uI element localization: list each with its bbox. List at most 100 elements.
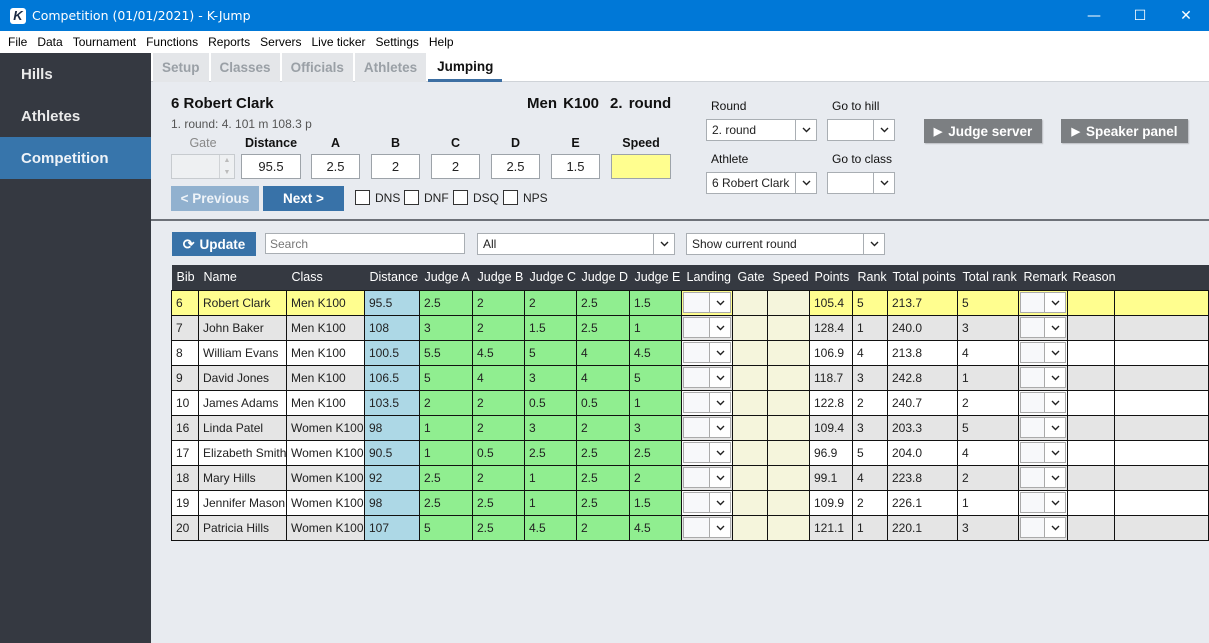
landing-dropdown-select[interactable] — [683, 292, 731, 313]
gate-cell[interactable] — [732, 289, 768, 316]
column-header-class[interactable]: Class — [286, 265, 365, 290]
judge-e-cell[interactable]: 5 — [629, 364, 682, 391]
points-cell[interactable]: 96.9 — [809, 439, 853, 466]
points-cell[interactable]: 105.4 — [809, 289, 853, 316]
checkbox-box[interactable] — [453, 190, 468, 205]
judge-d-cell[interactable]: 2.5 — [576, 289, 630, 316]
judge-c-cell[interactable]: 3 — [524, 414, 577, 441]
landing-dropdown-select[interactable] — [683, 342, 731, 363]
judge-c-cell[interactable]: 5 — [524, 339, 577, 366]
total-rank-cell[interactable]: 2 — [957, 389, 1019, 416]
judge-d-cell[interactable]: 2 — [576, 514, 630, 541]
distance-cell[interactable]: 98 — [364, 414, 420, 441]
speed-cell[interactable] — [767, 414, 810, 441]
menu-servers[interactable]: Servers — [255, 35, 306, 49]
column-header-judge-a[interactable]: Judge A — [419, 265, 473, 290]
remark-dropdown-select[interactable] — [1020, 492, 1066, 513]
points-cell[interactable]: 99.1 — [809, 464, 853, 491]
landing-dropdown[interactable] — [681, 389, 733, 416]
class-cell[interactable]: Men K100 — [286, 314, 365, 341]
table-row[interactable]: 16 Linda Patel Women K100 98 1 2 3 2 3 109.4 3 203.… — [171, 414, 1209, 441]
remark-dropdown-select[interactable] — [1020, 392, 1066, 413]
menu-settings[interactable]: Settings — [371, 35, 424, 49]
previous-button[interactable]: < Previous — [171, 186, 259, 211]
rank-cell[interactable]: 5 — [852, 289, 888, 316]
class-cell[interactable]: Men K100 — [286, 364, 365, 391]
remark-dropdown[interactable] — [1018, 339, 1068, 366]
go-to-hill-select[interactable] — [827, 119, 895, 141]
distance-cell[interactable]: 95.5 — [364, 289, 420, 316]
judge-b-cell[interactable]: 2.5 — [472, 514, 525, 541]
class-cell[interactable]: Women K100 — [286, 414, 365, 441]
judge-a-cell[interactable]: 1 — [419, 414, 473, 441]
remark-dropdown[interactable] — [1018, 439, 1068, 466]
landing-dropdown[interactable] — [681, 489, 733, 516]
points-cell[interactable]: 109.9 — [809, 489, 853, 516]
judge-server-button[interactable]: ▶ Judge server — [924, 119, 1042, 143]
judge-c-cell[interactable]: 3 — [524, 364, 577, 391]
rank-cell[interactable]: 4 — [852, 464, 888, 491]
distance-cell[interactable]: 107 — [364, 514, 420, 541]
tab-classes[interactable]: Classes — [210, 53, 280, 82]
name-cell[interactable]: John Baker — [198, 314, 287, 341]
gate-cell[interactable] — [732, 489, 768, 516]
speed-cell[interactable] — [767, 314, 810, 341]
judge-a-cell[interactable]: 5 — [419, 364, 473, 391]
spin-down-icon[interactable]: ▼ — [220, 167, 234, 179]
bib-cell[interactable]: 18 — [171, 464, 199, 491]
speed-cell[interactable] — [767, 339, 810, 366]
judge-e-cell[interactable]: 2 — [629, 464, 682, 491]
column-header-judge-b[interactable]: Judge B — [472, 265, 525, 290]
remark-dropdown-select[interactable] — [1020, 417, 1066, 438]
total-rank-cell[interactable]: 4 — [957, 339, 1019, 366]
reason-cell[interactable] — [1067, 464, 1115, 491]
distance-cell[interactable]: 103.5 — [364, 389, 420, 416]
speed-cell[interactable] — [767, 439, 810, 466]
points-cell[interactable]: 106.9 — [809, 339, 853, 366]
menu-file[interactable]: File — [3, 35, 32, 49]
sidebar-item-competition[interactable]: Competition — [0, 137, 151, 179]
judge-d-cell[interactable]: 2.5 — [576, 489, 630, 516]
table-row[interactable]: 17 Elizabeth Smith Women K100 90.5 1 0.5 2.5 2.… — [171, 439, 1209, 466]
speaker-panel-button[interactable]: ▶ Speaker panel — [1061, 119, 1188, 143]
total-rank-cell[interactable]: 5 — [957, 414, 1019, 441]
landing-dropdown[interactable] — [681, 464, 733, 491]
judge-c-cell[interactable]: 1.5 — [524, 314, 577, 341]
update-button[interactable]: ⟳ Update — [172, 232, 256, 256]
judge-b-cell[interactable]: 2 — [472, 314, 525, 341]
checkbox-box[interactable] — [404, 190, 419, 205]
distance-cell[interactable]: 98 — [364, 489, 420, 516]
landing-dropdown-select[interactable] — [683, 492, 731, 513]
judge-e-cell[interactable]: 1 — [629, 389, 682, 416]
dnf-checkbox[interactable]: DNF — [404, 190, 449, 205]
column-header-gate[interactable]: Gate — [732, 265, 768, 290]
column-header-reason[interactable]: Reason — [1067, 265, 1116, 290]
points-cell[interactable]: 128.4 — [809, 314, 853, 341]
distance-input[interactable]: 95.5 — [241, 154, 301, 179]
distance-cell[interactable]: 90.5 — [364, 439, 420, 466]
remark-dropdown[interactable] — [1018, 314, 1068, 341]
table-row[interactable]: 20 Patricia Hills Women K100 107 5 2.5 4.5 2 4.5… — [171, 514, 1209, 541]
speed-cell[interactable] — [767, 389, 810, 416]
judge-e-cell[interactable]: 1 — [629, 314, 682, 341]
judge-c-cell[interactable]: 1 — [524, 464, 577, 491]
total-points-cell[interactable]: 240.7 — [887, 389, 958, 416]
column-header-rank[interactable]: Rank — [852, 265, 888, 290]
checkbox-box[interactable] — [355, 190, 370, 205]
remark-dropdown-select[interactable] — [1020, 292, 1066, 313]
remark-dropdown[interactable] — [1018, 389, 1068, 416]
column-header-distance[interactable]: Distance — [364, 265, 420, 290]
sidebar-item-athletes[interactable]: Athletes — [0, 95, 151, 137]
landing-dropdown-select[interactable] — [683, 392, 731, 413]
judge-a-cell[interactable]: 1 — [419, 439, 473, 466]
reason-cell[interactable] — [1067, 314, 1115, 341]
column-header-landing[interactable]: Landing — [681, 265, 733, 290]
name-cell[interactable]: Linda Patel — [198, 414, 287, 441]
rank-cell[interactable]: 3 — [852, 414, 888, 441]
landing-dropdown-select[interactable] — [683, 417, 731, 438]
judge-d-cell[interactable]: 4 — [576, 339, 630, 366]
landing-dropdown-select[interactable] — [683, 517, 731, 538]
landing-dropdown[interactable] — [681, 439, 733, 466]
total-points-cell[interactable]: 242.8 — [887, 364, 958, 391]
column-header-judge-e[interactable]: Judge E — [629, 265, 682, 290]
